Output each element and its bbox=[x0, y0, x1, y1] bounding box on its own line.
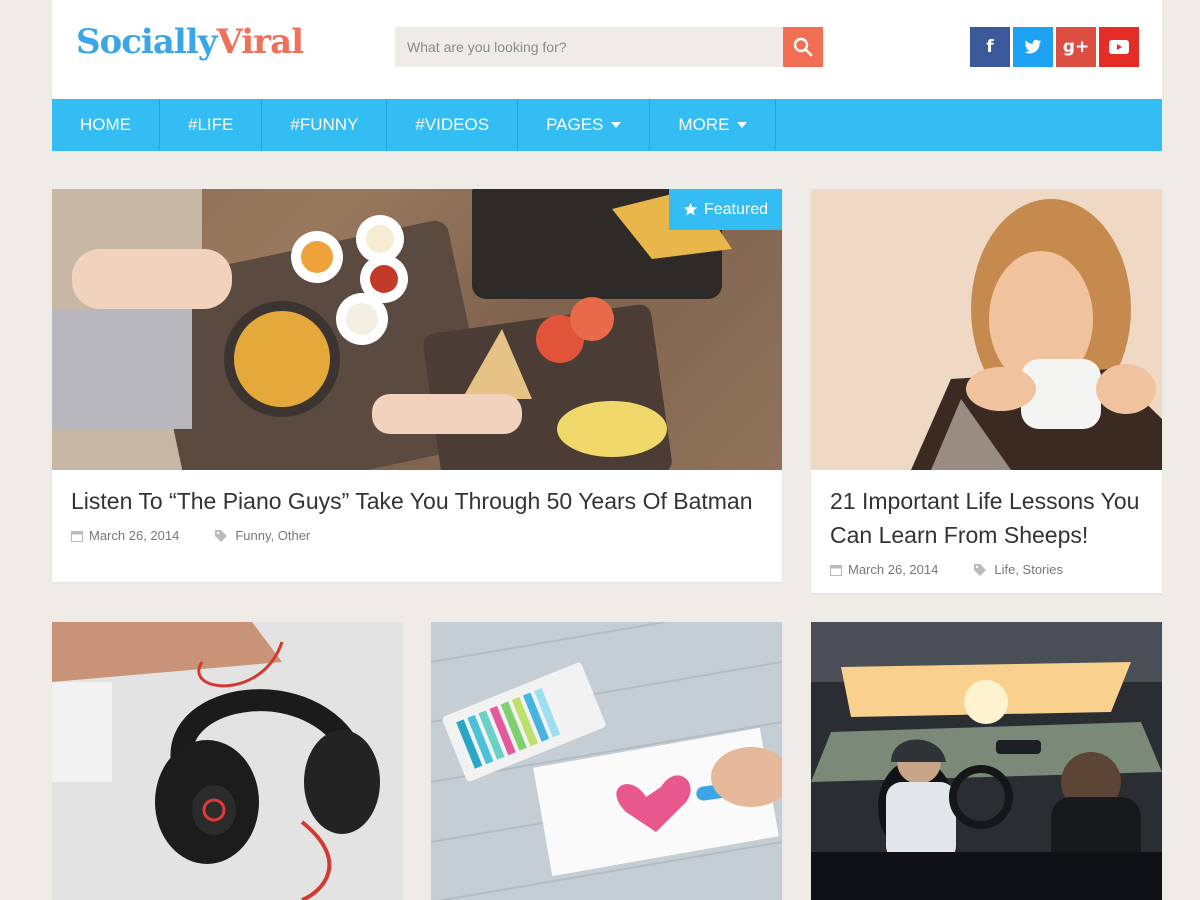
tags-icon bbox=[215, 529, 228, 542]
youtube-button[interactable] bbox=[1099, 27, 1139, 67]
post-meta: March 26, 2014 Life, Stories bbox=[830, 562, 1063, 577]
nav-label: HOME bbox=[80, 115, 131, 134]
caret-down-icon bbox=[611, 122, 622, 128]
twitter-button[interactable] bbox=[1013, 27, 1053, 67]
facebook-icon: f bbox=[986, 37, 994, 57]
calendar-icon bbox=[71, 530, 83, 542]
star-icon bbox=[683, 202, 698, 216]
nav-item-videos[interactable]: #VIDEOS bbox=[387, 99, 519, 151]
tags-icon bbox=[974, 563, 987, 576]
nav-item-home[interactable]: HOME bbox=[52, 99, 160, 151]
woman-drinking-image bbox=[811, 189, 1162, 470]
post-title[interactable]: 21 Important Life Lessons You Can Learn … bbox=[830, 484, 1143, 552]
google-plus-icon: g+ bbox=[1062, 37, 1090, 57]
caret-down-icon bbox=[737, 122, 748, 128]
youtube-icon bbox=[1109, 40, 1129, 54]
tag-link[interactable]: Other bbox=[278, 528, 311, 543]
nav-label: PAGES bbox=[546, 115, 604, 134]
post-thumbnail[interactable]: Featured bbox=[52, 189, 782, 470]
search-input[interactable] bbox=[395, 27, 783, 67]
twitter-icon bbox=[1024, 39, 1042, 54]
nav-item-life[interactable]: #LIFE bbox=[160, 99, 263, 151]
post-card bbox=[811, 622, 1162, 900]
post-title[interactable]: Listen To “The Piano Guys” Take You Thro… bbox=[71, 484, 763, 518]
tag-link[interactable]: Life bbox=[994, 562, 1015, 577]
post-thumbnail[interactable] bbox=[811, 189, 1162, 470]
nav-label: #VIDEOS bbox=[415, 115, 490, 134]
tag-link[interactable]: Funny bbox=[235, 528, 270, 543]
facebook-button[interactable]: f bbox=[970, 27, 1010, 67]
heart-drawing-image bbox=[431, 622, 782, 900]
post-card: 21 Important Life Lessons You Can Learn … bbox=[811, 189, 1162, 593]
search-button[interactable] bbox=[783, 27, 823, 67]
post-meta: March 26, 2014 Funny, Other bbox=[71, 528, 310, 543]
food-image bbox=[52, 189, 782, 470]
logo-text-socially: Socially bbox=[76, 22, 217, 62]
post-date: March 26, 2014 bbox=[848, 562, 939, 577]
main-navigation: HOME #LIFE #FUNNY #VIDEOS PAGES MORE bbox=[52, 99, 1162, 151]
nav-label: MORE bbox=[678, 115, 730, 134]
featured-badge-label: Featured bbox=[703, 200, 768, 218]
headphones-image bbox=[52, 622, 403, 900]
featured-post-card: Featured Listen To “The Piano Guys” Take… bbox=[52, 189, 782, 582]
nav-label: #FUNNY bbox=[290, 115, 359, 134]
post-thumbnail[interactable] bbox=[431, 622, 782, 900]
post-thumbnail[interactable] bbox=[811, 622, 1162, 900]
search-form bbox=[395, 27, 823, 67]
tag-link[interactable]: Stories bbox=[1023, 562, 1063, 577]
nav-label: #LIFE bbox=[188, 115, 234, 134]
nav-item-more[interactable]: MORE bbox=[650, 99, 777, 151]
google-plus-button[interactable]: g+ bbox=[1056, 27, 1096, 67]
post-date: March 26, 2014 bbox=[89, 528, 180, 543]
site-logo[interactable]: SociallyViral bbox=[76, 22, 304, 62]
calendar-icon bbox=[830, 564, 842, 576]
social-links: f g+ bbox=[970, 27, 1139, 67]
featured-badge: Featured bbox=[668, 189, 782, 230]
car-interior-image bbox=[811, 622, 1162, 900]
post-thumbnail[interactable] bbox=[52, 622, 403, 900]
nav-item-pages[interactable]: PAGES bbox=[518, 99, 651, 151]
search-icon bbox=[793, 37, 813, 57]
site-header: SociallyViral f g+ bbox=[52, 0, 1162, 99]
post-card bbox=[52, 622, 403, 900]
nav-item-funny[interactable]: #FUNNY bbox=[262, 99, 388, 151]
logo-text-viral: Viral bbox=[216, 22, 304, 62]
post-card bbox=[431, 622, 782, 900]
